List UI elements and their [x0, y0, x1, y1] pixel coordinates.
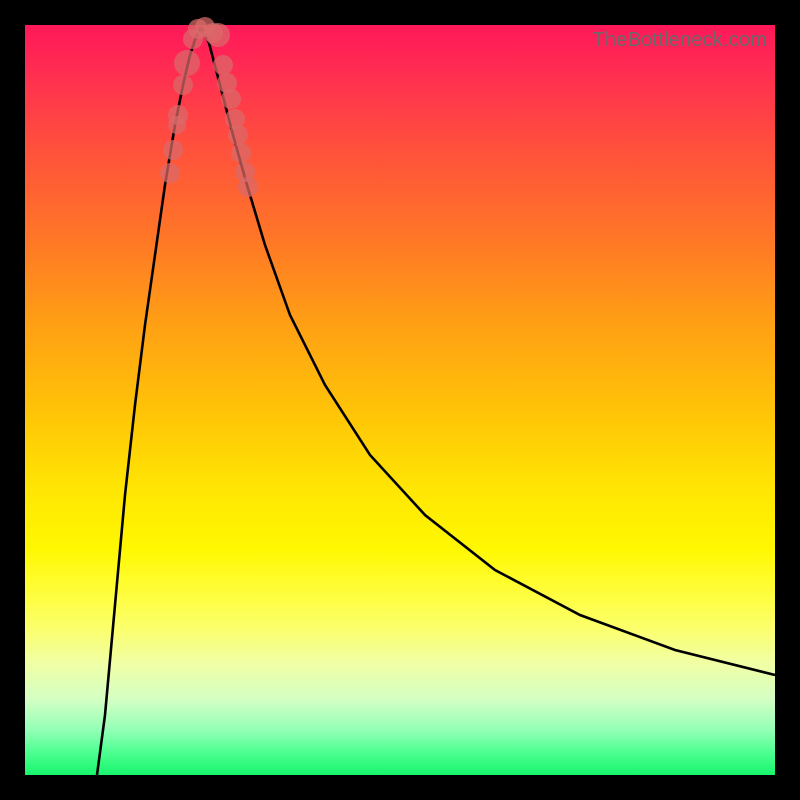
- curve-left: [97, 27, 201, 775]
- data-marker: [221, 89, 241, 109]
- curve-right: [201, 27, 775, 675]
- data-marker: [231, 143, 251, 163]
- data-marker: [174, 50, 200, 76]
- data-marker: [173, 75, 193, 95]
- data-marker: [163, 140, 183, 160]
- data-marker: [213, 55, 233, 75]
- chart-frame: TheBottleneck.com: [0, 0, 800, 800]
- data-marker: [160, 163, 180, 183]
- plot-area: TheBottleneck.com: [25, 25, 775, 775]
- data-marker: [168, 105, 188, 125]
- data-marker: [238, 177, 258, 197]
- data-marker: [228, 125, 248, 145]
- data-marker: [206, 23, 230, 47]
- chart-svg: [25, 25, 775, 775]
